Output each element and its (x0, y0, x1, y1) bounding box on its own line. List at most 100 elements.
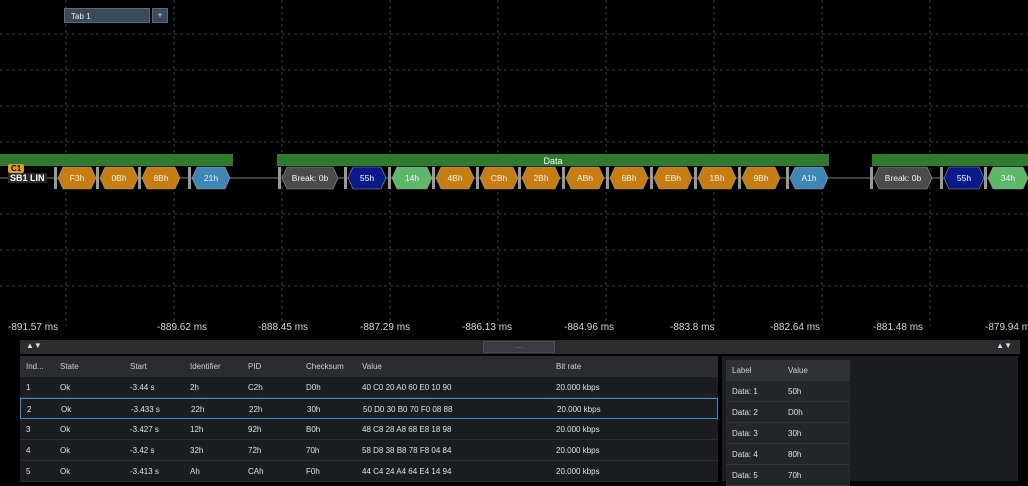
bus-segment-gap (96, 167, 99, 189)
table-cell: -3.433 s (131, 405, 160, 414)
channel-label[interactable]: C1 SB1 LIN (8, 164, 54, 183)
table-cell: Checksum (306, 362, 344, 371)
frame-header-bar (872, 154, 1028, 166)
detail-cell: Data: 5 (732, 471, 758, 480)
table-cell: 12h (190, 425, 204, 434)
detail-row[interactable]: Data: 3 30h (726, 423, 850, 444)
table-cell: 20.000 kbps (556, 467, 600, 476)
tab-1[interactable]: Tab 1 (64, 8, 150, 23)
bus-segment-label: CBh (491, 173, 508, 183)
bus-segment-gap (694, 167, 697, 189)
bus-segment-label: 55h (360, 173, 374, 183)
detail-cell: Data: 2 (732, 408, 758, 417)
bus-segment-gap (138, 167, 141, 189)
table-cell: C2h (248, 383, 263, 392)
table-row[interactable]: 2 Ok -3.433 s 22h 22h 30h 50 D0 30 B0 70 F0 08… (20, 398, 718, 419)
waveform-area[interactable]: Data F3h 0Bh 8Bh 21h Break: 0b 55h 14h 4Bh CBh 2Bh… (0, 0, 1028, 340)
table-cell: 32h (190, 446, 204, 455)
detail-cell: Label (732, 366, 752, 375)
detail-cell: 80h (788, 450, 802, 459)
detail-row[interactable]: Data: 5 70h (726, 465, 850, 486)
table-cell: 48 C8 28 A8 68 E8 18 98 (362, 425, 452, 434)
time-tick-label: -881.48 ms (873, 322, 924, 333)
time-tick-label: -882.64 ms (770, 322, 821, 333)
table-cell: Ah (190, 467, 200, 476)
table-cell: 92h (248, 425, 262, 434)
bus-segment-gap (388, 167, 391, 189)
bus-segment-label: F3h (70, 173, 85, 183)
table-cell: 72h (248, 446, 262, 455)
table-cell: 70h (306, 446, 320, 455)
table-cell: Ok (60, 383, 71, 392)
table-cell: 3 (26, 425, 31, 434)
table-cell: 2h (190, 383, 199, 392)
bus-segment-gap (344, 167, 347, 189)
time-tick-label: -883.8 ms (670, 322, 715, 333)
table-row[interactable]: 5 Ok -3.413 s Ah CAh F0h 44 C4 24 A4 64 E4 14 … (20, 461, 718, 482)
detail-table[interactable]: Label Value Data: 1 50h Data: 2 D0h Data: 3 30h… (722, 356, 1018, 486)
bus-segment-label: 8Bh (153, 173, 168, 183)
time-tick-label: -888.45 ms (258, 322, 309, 333)
time-tick-label: -884.96 ms (564, 322, 615, 333)
time-axis: -891.57 ms -889.62 ms -888.45 ms -887.29 ms… (0, 322, 1028, 338)
table-cell: 20.000 kbps (556, 425, 600, 434)
bus-segment-label: 1Bh (709, 173, 724, 183)
detail-cell: Data: 3 (732, 429, 758, 438)
bus-segment-gap (940, 167, 943, 189)
table-cell: 22h (191, 405, 205, 414)
time-tick-label: -887.29 ms (360, 322, 411, 333)
bus-segment-gap (278, 167, 281, 189)
expand-arrows-icon[interactable]: ▲▼ (996, 341, 1012, 350)
bus-segment-label: EBh (665, 173, 681, 183)
bus-segment-label: Break: 0b (292, 173, 329, 183)
table-cell: 30h (307, 405, 321, 414)
table-cell: 22h (249, 405, 263, 414)
table-cell: 20.000 kbps (556, 383, 600, 392)
bus-segment-label: 9Bh (753, 173, 768, 183)
table-cell: -3.44 s (130, 383, 155, 392)
bus-segment-label: Break: 0b (885, 173, 922, 183)
results-table[interactable]: Ind... State Start Identifier PID Checksum Val… (20, 356, 718, 482)
table-cell: B0h (306, 425, 321, 434)
detail-row[interactable]: Data: 2 D0h (726, 402, 850, 423)
table-cell: 2 (27, 405, 32, 414)
bus-segment-gap (562, 167, 565, 189)
splitter-handle[interactable]: .... (483, 341, 555, 353)
bus-segment-label: 2Bh (533, 173, 548, 183)
channel-badge: C1 (8, 164, 25, 173)
table-cell: F0h (306, 467, 320, 476)
detail-row[interactable]: Data: 4 80h (726, 444, 850, 465)
lin-bus-decode[interactable]: Data F3h 0Bh 8Bh 21h Break: 0b 55h 14h 4Bh CBh 2Bh… (0, 0, 1028, 326)
table-row[interactable]: 3 Ok -3.427 s 12h 92h B0h 48 C8 28 A8 68 E8 18… (20, 419, 718, 440)
detail-cell: 50h (788, 387, 802, 396)
bus-segment-label: 6Bh (621, 173, 636, 183)
table-row[interactable]: 4 Ok -3.42 s 32h 72h 70h 58 D8 38 B8 78 F8 04 … (20, 440, 718, 461)
table-cell: Ind... (26, 362, 44, 371)
collapse-arrows-icon[interactable]: ▲▼ (26, 341, 42, 350)
table-cell: 40 C0 20 A0 60 E0 10 90 (362, 383, 452, 392)
time-tick-label: -879.94 ms (985, 322, 1028, 333)
detail-row[interactable]: Data: 1 50h (726, 381, 850, 402)
bus-segment-label: 55h (957, 173, 971, 183)
table-cell: 44 C4 24 A4 64 E4 14 94 (362, 467, 452, 476)
bus-segment-gap (650, 167, 653, 189)
add-tab-button[interactable]: + (152, 8, 168, 23)
table-cell: 20.000 kbps (556, 446, 600, 455)
table-cell: State (60, 362, 79, 371)
tab-bar: Tab 1 + (64, 8, 168, 23)
detail-row[interactable]: Label Value (726, 360, 850, 381)
table-cell: 1 (26, 383, 31, 392)
detail-cell: Value (788, 366, 808, 375)
detail-cell: D0h (788, 408, 803, 417)
table-header-row[interactable]: Ind... State Start Identifier PID Checksum Val… (20, 356, 718, 377)
bus-segment-label: 4Bh (447, 173, 462, 183)
table-cell: Ok (61, 405, 72, 414)
splitter-bar[interactable]: ▲▼ .... ▲▼ (20, 340, 1020, 354)
detail-cell: 70h (788, 471, 802, 480)
table-cell: Start (130, 362, 147, 371)
bus-segment-gap (432, 167, 435, 189)
table-row[interactable]: 1 Ok -3.44 s 2h C2h D0h 40 C0 20 A0 60 E0 10 9… (20, 377, 718, 398)
time-tick-label: -891.57 ms (8, 322, 59, 333)
table-cell: 58 D8 38 B8 78 F8 04 84 (362, 446, 452, 455)
bus-segment-gap (984, 167, 987, 189)
